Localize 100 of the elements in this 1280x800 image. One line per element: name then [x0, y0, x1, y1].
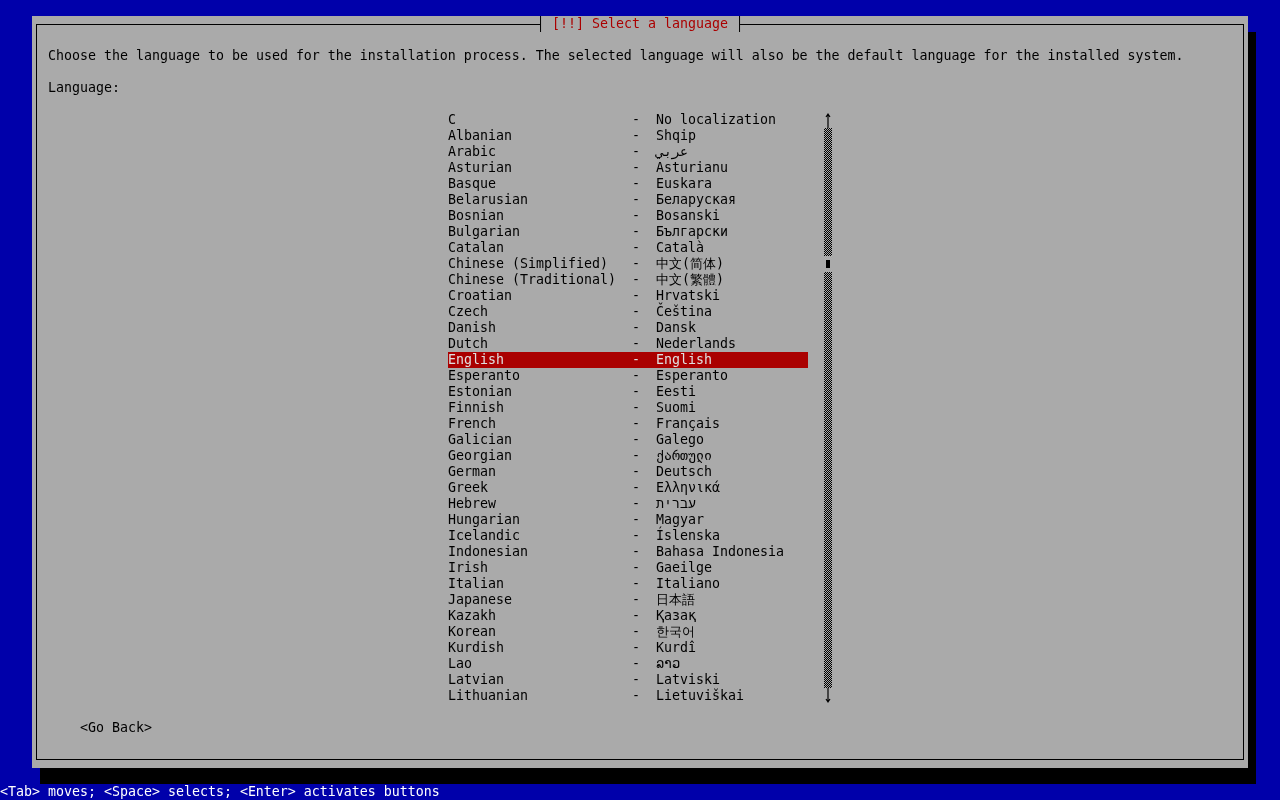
language-name: Albanian	[448, 128, 513, 144]
native-name: Nederlands	[656, 336, 736, 352]
language-option[interactable]: Danish - Dansk	[448, 320, 808, 336]
language-option[interactable]: German - Deutsch	[448, 464, 808, 480]
native-name: Euskara	[656, 176, 712, 192]
language-name: Dutch	[448, 336, 489, 352]
language-option[interactable]: Basque - Euskara	[448, 176, 808, 192]
language-option[interactable]: Esperanto - Esperanto	[448, 368, 808, 384]
language-name: Kazakh	[448, 608, 497, 624]
separator-dash: -	[632, 448, 641, 464]
language-option[interactable]: Greek - Ελληνικά	[448, 480, 808, 496]
native-name: Kurdî	[656, 640, 696, 656]
down-arrow-icon	[824, 688, 832, 704]
separator-dash: -	[632, 352, 641, 368]
separator-dash: -	[632, 176, 641, 192]
separator-dash: -	[632, 416, 641, 432]
language-name: Czech	[448, 304, 489, 320]
separator-dash: -	[632, 400, 641, 416]
native-name: Suomi	[656, 400, 696, 416]
language-name: Belarusian	[448, 192, 529, 208]
language-option[interactable]: Estonian - Eesti	[448, 384, 808, 400]
separator-dash: -	[632, 160, 641, 176]
language-name: Icelandic	[448, 528, 521, 544]
native-name: Català	[656, 240, 704, 256]
native-name: ქართული	[656, 448, 712, 464]
separator-dash: -	[632, 192, 641, 208]
native-name: Hrvatski	[656, 288, 720, 303]
language-option[interactable]: Lithuanian - Lietuviškai	[448, 688, 808, 704]
native-name: 中文(简体)	[656, 256, 724, 272]
native-name: Ελληνικά	[656, 480, 720, 496]
separator-dash: -	[632, 384, 641, 400]
status-hint: <Tab> moves; <Space> selects; <Enter> activates buttons	[0, 784, 440, 800]
native-name: English	[656, 352, 712, 368]
language-option[interactable]: Indonesian - Bahasa Indonesia	[448, 544, 808, 560]
native-name: Íslenska	[656, 528, 720, 544]
language-option[interactable]: Hungarian - Magyar	[448, 512, 808, 528]
native-name: Беларуская	[656, 192, 736, 208]
language-option[interactable]: Lao - ລາວ	[448, 656, 808, 672]
native-name: Deutsch	[656, 464, 712, 480]
language-option[interactable]: Finnish - Suomi	[448, 400, 808, 416]
language-option[interactable]: Bosnian - Bosanski	[448, 208, 808, 224]
language-name: Irish	[448, 560, 489, 576]
separator-dash: -	[632, 320, 641, 336]
language-name: Chinese (Traditional)	[448, 272, 617, 288]
scrollbar-thumb[interactable]	[824, 256, 832, 272]
up-arrow-icon	[824, 112, 832, 128]
language-option[interactable]: Bulgarian - Български	[448, 224, 808, 240]
separator-dash: -	[632, 560, 641, 576]
native-name: 한국어	[656, 624, 695, 640]
description-text: Choose the language to be used for the installation process. The selected language will also be the default language for the installed system.	[48, 48, 1185, 64]
language-option[interactable]: Korean - 한국어	[448, 624, 808, 640]
language-option[interactable]: Georgian - ქართული	[448, 448, 808, 464]
language-name: Bulgarian	[448, 224, 521, 240]
native-name: Magyar	[656, 512, 704, 528]
language-option[interactable]: English - English	[448, 352, 808, 368]
native-name: Eesti	[656, 384, 696, 400]
separator-dash: -	[632, 336, 641, 352]
separator-dash: -	[632, 304, 641, 320]
language-name: Chinese (Simplified)	[448, 256, 609, 272]
native-name: Dansk	[656, 320, 696, 336]
language-option[interactable]: Albanian - Shqip	[448, 128, 808, 144]
language-name: Hebrew	[448, 496, 497, 512]
separator-dash: -	[632, 112, 641, 128]
separator-dash: -	[632, 496, 641, 512]
language-name: Esperanto	[448, 368, 521, 384]
language-option[interactable]: Irish - Gaeilge	[448, 560, 808, 576]
separator-dash: -	[632, 576, 641, 592]
native-name: Français	[656, 416, 720, 432]
go-back-button[interactable]: <Go Back>	[80, 720, 152, 736]
language-option[interactable]: Belarusian - Беларуская	[448, 192, 808, 208]
language-option[interactable]: Asturian - Asturianu	[448, 160, 808, 176]
separator-dash: -	[632, 592, 641, 608]
native-name: Bosanski	[656, 208, 720, 224]
language-option[interactable]: Catalan - Català	[448, 240, 808, 256]
native-name: Български	[656, 224, 728, 240]
native-name: Lietuviškai	[656, 688, 744, 704]
language-option[interactable]: Italian - Italiano	[448, 576, 808, 592]
language-option[interactable]: French - Français	[448, 416, 808, 432]
separator-dash: -	[632, 512, 641, 528]
language-option[interactable]: Dutch - Nederlands	[448, 336, 808, 352]
language-name: Korean	[448, 624, 497, 640]
language-name: Kurdish	[448, 640, 505, 656]
language-option[interactable]: Icelandic - Íslenska	[448, 528, 808, 544]
native-name: Latviski	[656, 672, 720, 688]
separator-dash: -	[632, 144, 641, 160]
language-option[interactable]: C - No localization	[448, 112, 808, 128]
separator-dash: -	[632, 624, 641, 640]
language-name: English	[448, 352, 505, 368]
language-option[interactable]: Japanese - 日本語	[448, 592, 808, 608]
language-option[interactable]: Latvian - Latviski	[448, 672, 808, 688]
language-option[interactable]: Galician - Galego	[448, 432, 808, 448]
language-option[interactable]: Chinese (Traditional) - 中文(繁體)	[448, 272, 808, 288]
scrollbar-track[interactable]	[824, 128, 832, 688]
native-name: Қазақ	[656, 608, 696, 624]
separator-dash: -	[632, 480, 641, 496]
language-option[interactable]: Chinese (Simplified) - 中文(简体)	[448, 256, 808, 272]
language-option[interactable]: Kurdish - Kurdî	[448, 640, 808, 656]
language-name: Estonian	[448, 384, 513, 400]
language-option[interactable]: Czech - Čeština	[448, 304, 808, 320]
language-option[interactable]: Kazakh - Қазақ	[448, 608, 808, 624]
